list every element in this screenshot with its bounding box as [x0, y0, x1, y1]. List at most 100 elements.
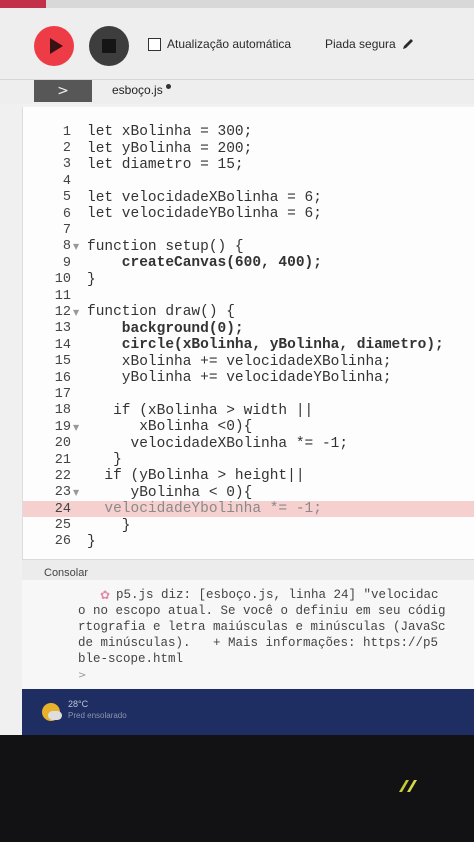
line-number: 26	[54, 534, 71, 550]
code-line[interactable]: 1 let xBolinha = 300;	[23, 124, 474, 140]
line-number: 7	[62, 223, 71, 239]
code-line[interactable]: 23 ▼ yBolinha < 0){	[23, 485, 474, 501]
unsaved-indicator	[165, 84, 171, 89]
code-line[interactable]: 21 }	[23, 452, 474, 468]
fold-arrow-icon[interactable]: ▼	[73, 423, 79, 432]
fold-arrow-icon[interactable]: ▼	[73, 308, 79, 317]
line-number: 19	[54, 419, 71, 435]
play-icon	[49, 38, 63, 54]
code-line[interactable]: 18 if (xBolinha > width ||	[23, 403, 474, 419]
weather-icon[interactable]	[42, 703, 62, 721]
code-text: let velocidadeYBolinha = 6;	[87, 206, 322, 223]
console-output: p5.js diz: [esboço.js, linha 24] "veloci…	[78, 588, 474, 668]
line-number: 14	[54, 337, 71, 353]
code-editor[interactable]: 1 let xBolinha = 300; 2 let yBolinha = 200;…	[22, 107, 474, 559]
code-text: }	[87, 271, 96, 288]
code-line[interactable]: 24 velocidadeYbolinha *= -1;	[23, 500, 474, 518]
code-text: }	[87, 452, 122, 468]
line-number: 2	[62, 141, 71, 157]
code-line[interactable]: 17	[23, 386, 474, 402]
top-strip	[0, 0, 474, 8]
code-line[interactable]: 22 if (yBolinha > height||	[23, 468, 474, 484]
code-text: if (xBolinha > width ||	[87, 402, 314, 419]
file-tab-label: esboço.js	[112, 83, 163, 97]
left-margin	[0, 80, 22, 735]
file-tab[interactable]: esboço.js	[112, 83, 171, 97]
code-line[interactable]: 19 ▼ xBolinha <0){	[23, 419, 474, 435]
code-text: }	[87, 533, 96, 550]
code-text: let yBolinha = 200;	[87, 140, 253, 157]
code-line[interactable]: 7	[23, 222, 474, 238]
line-number: 11	[54, 288, 71, 304]
code-line[interactable]: 6 let velocidadeYBolinha = 6;	[23, 206, 474, 222]
line-number: 4	[62, 173, 71, 189]
console-line: p5.js diz: [esboço.js, linha 24] "veloci…	[116, 588, 439, 602]
weather-description: Pred ensolarado	[68, 711, 127, 720]
code-line[interactable]: 15 xBolinha += velocidadeXBolinha;	[23, 353, 474, 370]
console-header	[22, 560, 474, 580]
line-number: 21	[54, 452, 71, 468]
code-text: background(0);	[87, 320, 244, 337]
line-number: 22	[54, 468, 71, 484]
line-number: 16	[54, 370, 71, 386]
line-number: 17	[54, 386, 71, 402]
code-text: }	[87, 517, 131, 534]
code-line[interactable]: 3 let diametro = 15;	[23, 157, 474, 173]
console-line: rtografia e letra maiúsculas e minúscula…	[78, 620, 446, 634]
pencil-icon[interactable]	[402, 38, 414, 50]
stop-button[interactable]	[89, 26, 129, 66]
code-line[interactable]: 16 yBolinha += velocidadeYBolinha;	[23, 370, 474, 386]
line-number: 25	[54, 518, 71, 534]
code-line[interactable]: 20 velocidadeXBolinha *= -1;	[23, 435, 474, 452]
line-number: 3	[62, 157, 71, 173]
console-title: Consolar	[44, 567, 89, 579]
code-line[interactable]: 12 ▼ function draw() {	[23, 304, 474, 320]
console-panel: Consolar ✿ p5.js diz: [esboço.js, linha …	[22, 559, 474, 689]
code-text: createCanvas(600, 400);	[87, 255, 322, 272]
line-number: 5	[62, 190, 71, 206]
code-text: velocidadeYbolinha *= -1;	[87, 501, 322, 518]
code-lines: 1 let xBolinha = 300; 2 let yBolinha = 200;…	[23, 124, 474, 550]
code-text: xBolinha += velocidadeXBolinha;	[87, 353, 392, 370]
sidebar-toggle-button[interactable]: >	[34, 80, 92, 102]
play-button[interactable]	[34, 26, 74, 66]
taskbar: 28°C Pred ensolarado	[22, 689, 474, 735]
line-number: 9	[62, 255, 71, 271]
weather-temperature: 28°C	[68, 699, 89, 709]
code-line[interactable]: 11	[23, 288, 474, 304]
line-number: 1	[62, 124, 71, 140]
line-number: 13	[54, 321, 71, 337]
code-line[interactable]: 9 createCanvas(600, 400);	[23, 255, 474, 271]
code-text: circle(xBolinha, yBolinha, diametro);	[87, 337, 444, 354]
code-text: velocidadeXBolinha *= -1;	[87, 435, 349, 452]
fold-arrow-icon[interactable]: ▼	[73, 242, 79, 251]
code-text: yBolinha < 0){	[87, 484, 253, 501]
code-line[interactable]: 4	[23, 173, 474, 189]
autorefresh-toggle[interactable]: Atualização automática	[148, 37, 291, 51]
line-number: 24	[54, 501, 71, 517]
project-name[interactable]: Piada segura	[325, 37, 414, 51]
code-line[interactable]: 14 circle(xBolinha, yBolinha, diametro);	[23, 337, 474, 353]
autorefresh-checkbox[interactable]	[148, 37, 161, 51]
line-number: 15	[54, 354, 71, 370]
line-number: 18	[54, 403, 71, 419]
code-line[interactable]: 5 let velocidadeXBolinha = 6;	[23, 190, 474, 206]
console-line: ble-scope.html	[78, 652, 184, 666]
chevron-right-icon: >	[57, 83, 69, 99]
code-line[interactable]: 26}	[23, 534, 474, 550]
code-text: yBolinha += velocidadeYBolinha;	[87, 370, 392, 387]
autorefresh-label: Atualização automática	[167, 37, 292, 51]
code-line[interactable]: 13 background(0);	[23, 321, 474, 337]
code-line[interactable]: 2 let yBolinha = 200;	[23, 140, 474, 157]
line-number: 6	[62, 206, 71, 222]
console-line: o no escopo atual. Se você o definiu em …	[78, 604, 446, 618]
line-number: 23	[54, 485, 71, 501]
console-prompt[interactable]: >	[78, 670, 86, 681]
code-line[interactable]: 10}	[23, 272, 474, 288]
code-line[interactable]: 25 }	[23, 517, 474, 534]
code-line[interactable]: 8 ▼ function setup() {	[23, 239, 474, 255]
code-text: function setup() {	[87, 238, 244, 255]
line-number: 10	[54, 272, 71, 288]
fold-arrow-icon[interactable]: ▼	[73, 488, 79, 497]
laptop-logo-icon	[399, 780, 417, 792]
